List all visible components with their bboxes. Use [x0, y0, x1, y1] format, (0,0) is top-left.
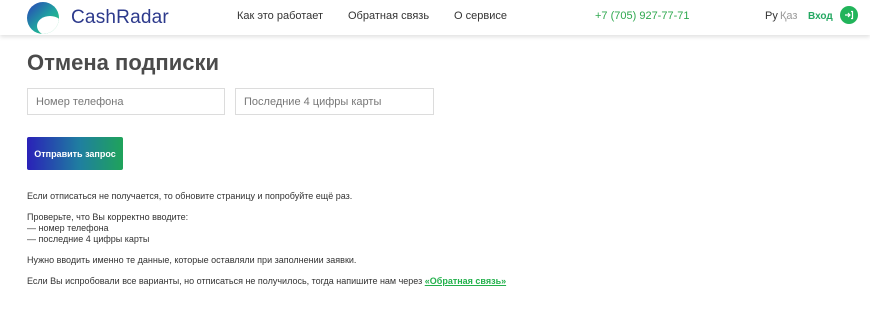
- hint-check-title: Проверьте, что Вы корректно вводите:: [27, 212, 189, 222]
- login-arrow-icon: [839, 6, 858, 24]
- hint-contact-text: Если Вы испробовали все варианты, но отп…: [27, 276, 425, 286]
- hint-same-data: Нужно вводить именно те данные, которые …: [27, 255, 357, 265]
- hint-check-card: — последние 4 цифры карты: [27, 234, 150, 244]
- radar-logo-icon: [27, 2, 59, 34]
- feedback-link[interactable]: «Обратная связь»: [425, 276, 506, 286]
- lang-kz[interactable]: Қаз: [780, 10, 797, 22]
- header: CashRadar Как это работает Обратная связ…: [0, 0, 870, 35]
- hint-reload: Если отписаться не получается, то обнови…: [27, 191, 353, 201]
- login-label: Вход: [808, 11, 833, 22]
- phone-link[interactable]: +7 (705) 927-77-71: [595, 10, 689, 22]
- logo-text: CashRadar: [71, 7, 169, 28]
- lang-ru[interactable]: Ру: [765, 10, 778, 22]
- phone-input[interactable]: [27, 88, 225, 115]
- submit-request-button[interactable]: Отправить запрос: [27, 137, 123, 170]
- hint-contact: Если Вы испробовали все варианты, но отп…: [27, 276, 506, 287]
- nav-how-it-works[interactable]: Как это работает: [237, 10, 323, 22]
- login-button[interactable]: Вход: [808, 6, 858, 24]
- nav-about[interactable]: О сервисе: [454, 10, 507, 22]
- nav-feedback[interactable]: Обратная связь: [348, 10, 429, 22]
- hint-check-phone: — номер телефона: [27, 223, 109, 233]
- logo[interactable]: CashRadar: [27, 2, 169, 34]
- page-title: Отмена подписки: [27, 50, 220, 75]
- card-digits-input[interactable]: [235, 88, 434, 115]
